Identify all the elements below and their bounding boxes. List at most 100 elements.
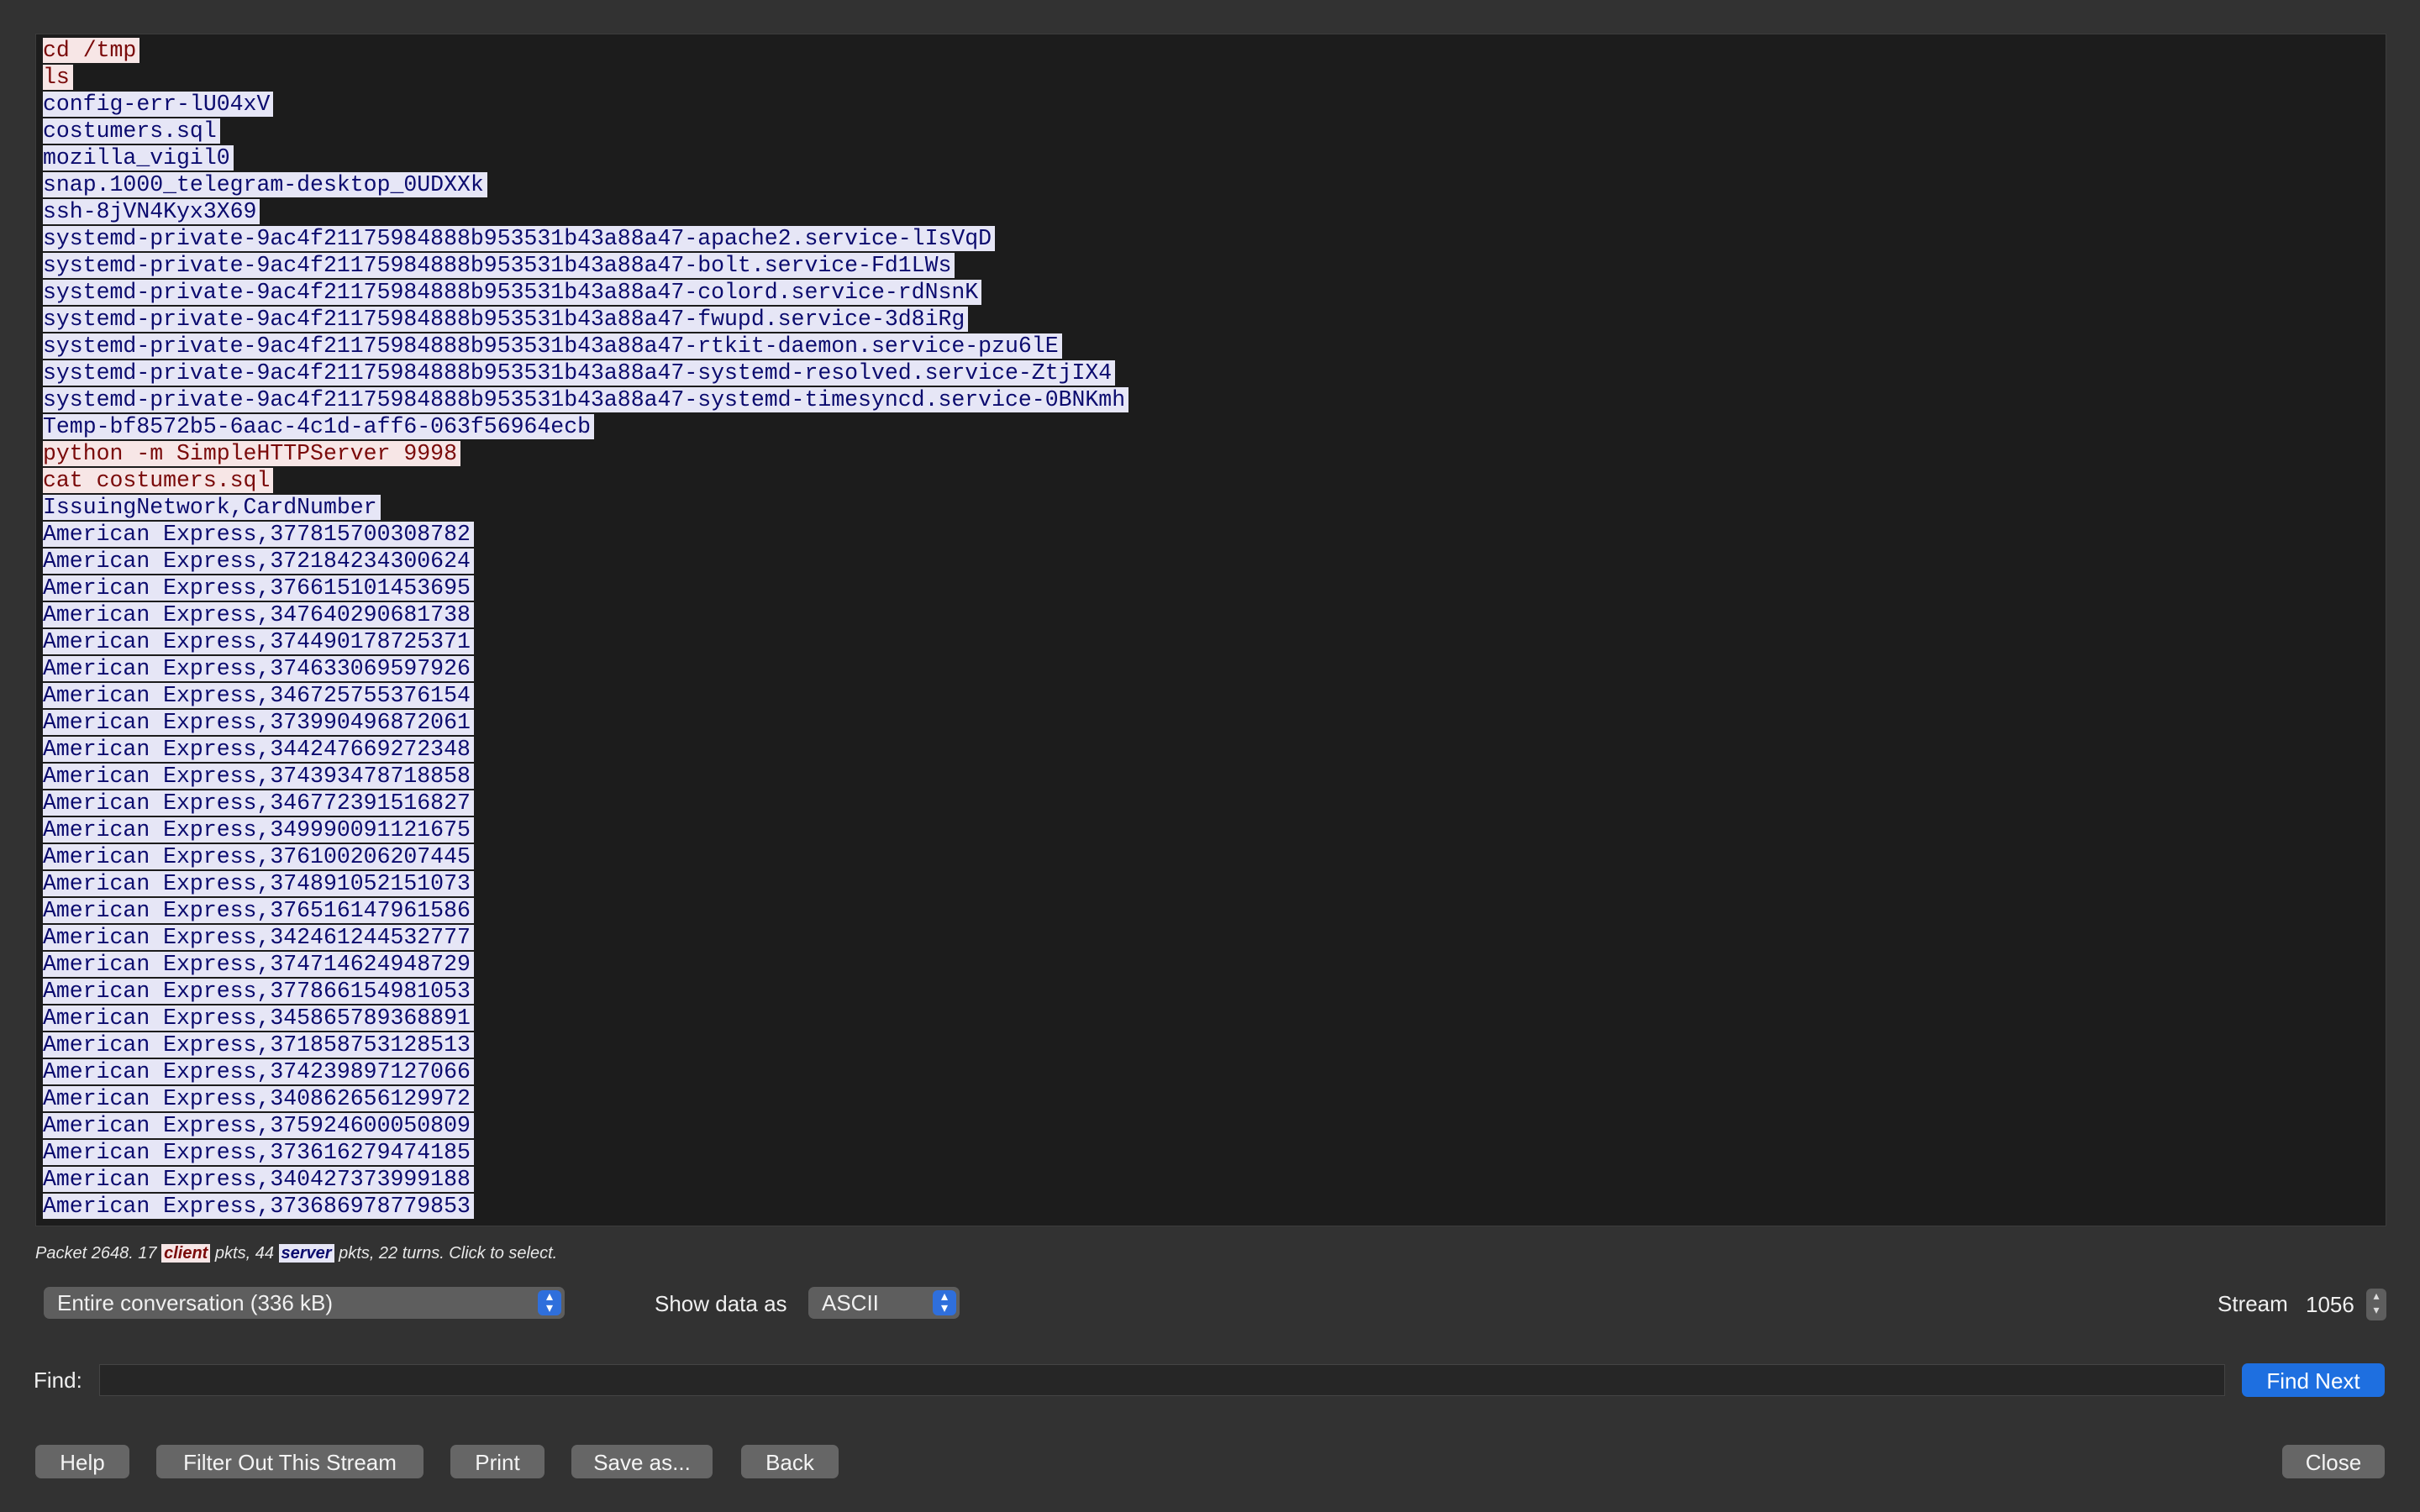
- stream-number-field[interactable]: 1056: [2306, 1289, 2354, 1320]
- server-stream-line[interactable]: systemd-private-9ac4f21175984888b953531b…: [43, 333, 2379, 360]
- stream-text[interactable]: cd /tmp ls config-err-lU04xV costumers.sql m…: [36, 34, 2386, 1222]
- client-stream-line[interactable]: python -m SimpleHTTPServer 9998: [43, 440, 2379, 467]
- stream-line-text: systemd-private-9ac4f21175984888b953531b…: [43, 360, 1116, 386]
- server-stream-line[interactable]: American Express,371858753128513: [43, 1032, 2379, 1058]
- stream-line-text: American Express,345865789368891: [43, 1005, 474, 1031]
- stream-line-text: American Express,342461244532777: [43, 925, 474, 950]
- stream-line-text: American Express,349990091121675: [43, 817, 474, 843]
- stream-label: Stream: [2217, 1291, 2288, 1316]
- server-stream-line[interactable]: American Express,342461244532777: [43, 924, 2379, 951]
- save-as-button[interactable]: Save as...: [571, 1445, 713, 1478]
- filter-out-stream-button[interactable]: Filter Out This Stream: [156, 1445, 424, 1478]
- stream-line-text: American Express,373990496872061: [43, 710, 474, 735]
- server-stream-line[interactable]: American Express,347640290681738: [43, 601, 2379, 628]
- find-label: Find:: [34, 1368, 82, 1393]
- server-stream-line[interactable]: American Express,372184234300624: [43, 548, 2379, 575]
- back-button[interactable]: Back: [741, 1445, 839, 1478]
- stream-line-text: systemd-private-9ac4f21175984888b953531b…: [43, 253, 955, 278]
- stream-line-text: config-err-lU04xV: [43, 92, 274, 117]
- server-stream-line[interactable]: American Express,373990496872061: [43, 709, 2379, 736]
- stream-line-text: Temp-bf8572b5-6aac-4c1d-aff6-063f56964ec…: [43, 414, 595, 439]
- server-stream-line[interactable]: American Express,349990091121675: [43, 816, 2379, 843]
- server-tag: server: [278, 1244, 334, 1263]
- server-stream-line[interactable]: config-err-lU04xV: [43, 91, 2379, 118]
- find-next-button[interactable]: Find Next: [2242, 1363, 2385, 1397]
- server-stream-line[interactable]: American Express,376516147961586: [43, 897, 2379, 924]
- server-stream-line[interactable]: American Express,377815700308782: [43, 521, 2379, 548]
- stream-line-text: ssh-8jVN4Kyx3X69: [43, 199, 260, 224]
- stream-line-text: American Express,373686978779853: [43, 1194, 474, 1219]
- stream-line-text: American Express,374714624948729: [43, 952, 474, 977]
- server-stream-line[interactable]: American Express,373686978779853: [43, 1193, 2379, 1220]
- close-button[interactable]: Close: [2282, 1445, 2385, 1478]
- server-stream-line[interactable]: American Express,374490178725371: [43, 628, 2379, 655]
- server-stream-line[interactable]: American Express,374714624948729: [43, 951, 2379, 978]
- show-data-as-select[interactable]: ASCII ▴ ▾: [808, 1287, 960, 1319]
- stream-line-text: American Express,372184234300624: [43, 549, 474, 574]
- stream-line-text: cd /tmp: [43, 38, 140, 63]
- server-stream-line[interactable]: American Express,346772391516827: [43, 790, 2379, 816]
- stream-line-text: American Express,347640290681738: [43, 602, 474, 627]
- stream-line-text: American Express,376615101453695: [43, 575, 474, 601]
- server-stream-line[interactable]: American Express,376615101453695: [43, 575, 2379, 601]
- server-stream-line[interactable]: American Express,373616279474185: [43, 1139, 2379, 1166]
- stream-line-text: American Express,374393478718858: [43, 764, 474, 789]
- conversation-select[interactable]: Entire conversation (336 kB) ▴ ▾: [44, 1287, 565, 1319]
- stream-line-text: American Express,346772391516827: [43, 790, 474, 816]
- server-stream-line[interactable]: American Express,344247669272348: [43, 736, 2379, 763]
- server-stream-line[interactable]: systemd-private-9ac4f21175984888b953531b…: [43, 279, 2379, 306]
- server-stream-line[interactable]: snap.1000_telegram-desktop_0UDXXk: [43, 171, 2379, 198]
- server-stream-line[interactable]: American Express,340427373999188: [43, 1166, 2379, 1193]
- conversation-select-value: Entire conversation (336 kB): [57, 1290, 334, 1315]
- stream-line-text: systemd-private-9ac4f21175984888b953531b…: [43, 280, 982, 305]
- server-stream-line[interactable]: American Express,345865789368891: [43, 1005, 2379, 1032]
- server-stream-line[interactable]: systemd-private-9ac4f21175984888b953531b…: [43, 225, 2379, 252]
- stream-line-text: American Express,376100206207445: [43, 844, 474, 869]
- server-stream-line[interactable]: American Express,374891052151073: [43, 870, 2379, 897]
- server-stream-line[interactable]: American Express,374633069597926: [43, 655, 2379, 682]
- print-button[interactable]: Print: [450, 1445, 544, 1478]
- server-stream-line[interactable]: American Express,377866154981053: [43, 978, 2379, 1005]
- client-stream-line[interactable]: ls: [43, 64, 2379, 91]
- stream-line-text: python -m SimpleHTTPServer 9998: [43, 441, 460, 466]
- server-stream-line[interactable]: ssh-8jVN4Kyx3X69: [43, 198, 2379, 225]
- client-stream-line[interactable]: cat costumers.sql: [43, 467, 2379, 494]
- find-input[interactable]: [99, 1364, 2225, 1396]
- server-stream-line[interactable]: systemd-private-9ac4f21175984888b953531b…: [43, 252, 2379, 279]
- server-stream-line[interactable]: American Express,375924600050809: [43, 1112, 2379, 1139]
- stream-line-text: American Express,371858753128513: [43, 1032, 474, 1058]
- server-stream-line[interactable]: Temp-bf8572b5-6aac-4c1d-aff6-063f56964ec…: [43, 413, 2379, 440]
- server-stream-line[interactable]: American Express,374393478718858: [43, 763, 2379, 790]
- server-stream-line[interactable]: American Express,340862656129972: [43, 1085, 2379, 1112]
- server-stream-line[interactable]: costumers.sql: [43, 118, 2379, 144]
- server-stream-line[interactable]: American Express,374239897127066: [43, 1058, 2379, 1085]
- show-data-as-label: Show data as: [655, 1291, 787, 1316]
- stream-line-text: ls: [43, 65, 73, 90]
- stream-line-text: American Express,344247669272348: [43, 737, 474, 762]
- stream-stepper-icon[interactable]: ▴ ▾: [2366, 1289, 2386, 1320]
- stream-line-text: mozilla_vigil0: [43, 145, 234, 171]
- stream-line-text: American Express,377866154981053: [43, 979, 474, 1004]
- updown-chevron-icon: ▴ ▾: [933, 1290, 956, 1315]
- client-stream-line[interactable]: cd /tmp: [43, 37, 2379, 64]
- server-stream-line[interactable]: systemd-private-9ac4f21175984888b953531b…: [43, 360, 2379, 386]
- stream-content-pane[interactable]: cd /tmp ls config-err-lU04xV costumers.sql m…: [35, 34, 2386, 1226]
- stream-line-text: American Express,373616279474185: [43, 1140, 474, 1165]
- stream-line-text: American Express,376516147961586: [43, 898, 474, 923]
- server-stream-line[interactable]: mozilla_vigil0: [43, 144, 2379, 171]
- stream-line-text: American Express,374891052151073: [43, 871, 474, 896]
- stream-line-text: American Express,346725755376154: [43, 683, 474, 708]
- server-stream-line[interactable]: American Express,376100206207445: [43, 843, 2379, 870]
- status-prefix: Packet 2648. 17: [35, 1244, 162, 1263]
- stream-line-text: American Express,340862656129972: [43, 1086, 474, 1111]
- server-stream-line[interactable]: systemd-private-9ac4f21175984888b953531b…: [43, 306, 2379, 333]
- show-data-as-value: ASCII: [822, 1290, 879, 1315]
- server-stream-line[interactable]: systemd-private-9ac4f21175984888b953531b…: [43, 386, 2379, 413]
- server-stream-line[interactable]: American Express,346725755376154: [43, 682, 2379, 709]
- stream-status-line: Packet 2648. 17 client pkts, 44 server p…: [35, 1244, 557, 1263]
- stream-line-text: systemd-private-9ac4f21175984888b953531b…: [43, 226, 996, 251]
- stream-line-text: cat costumers.sql: [43, 468, 274, 493]
- help-button[interactable]: Help: [35, 1445, 129, 1478]
- stream-line-text: American Express,374239897127066: [43, 1059, 474, 1084]
- server-stream-line[interactable]: IssuingNetwork,CardNumber: [43, 494, 2379, 521]
